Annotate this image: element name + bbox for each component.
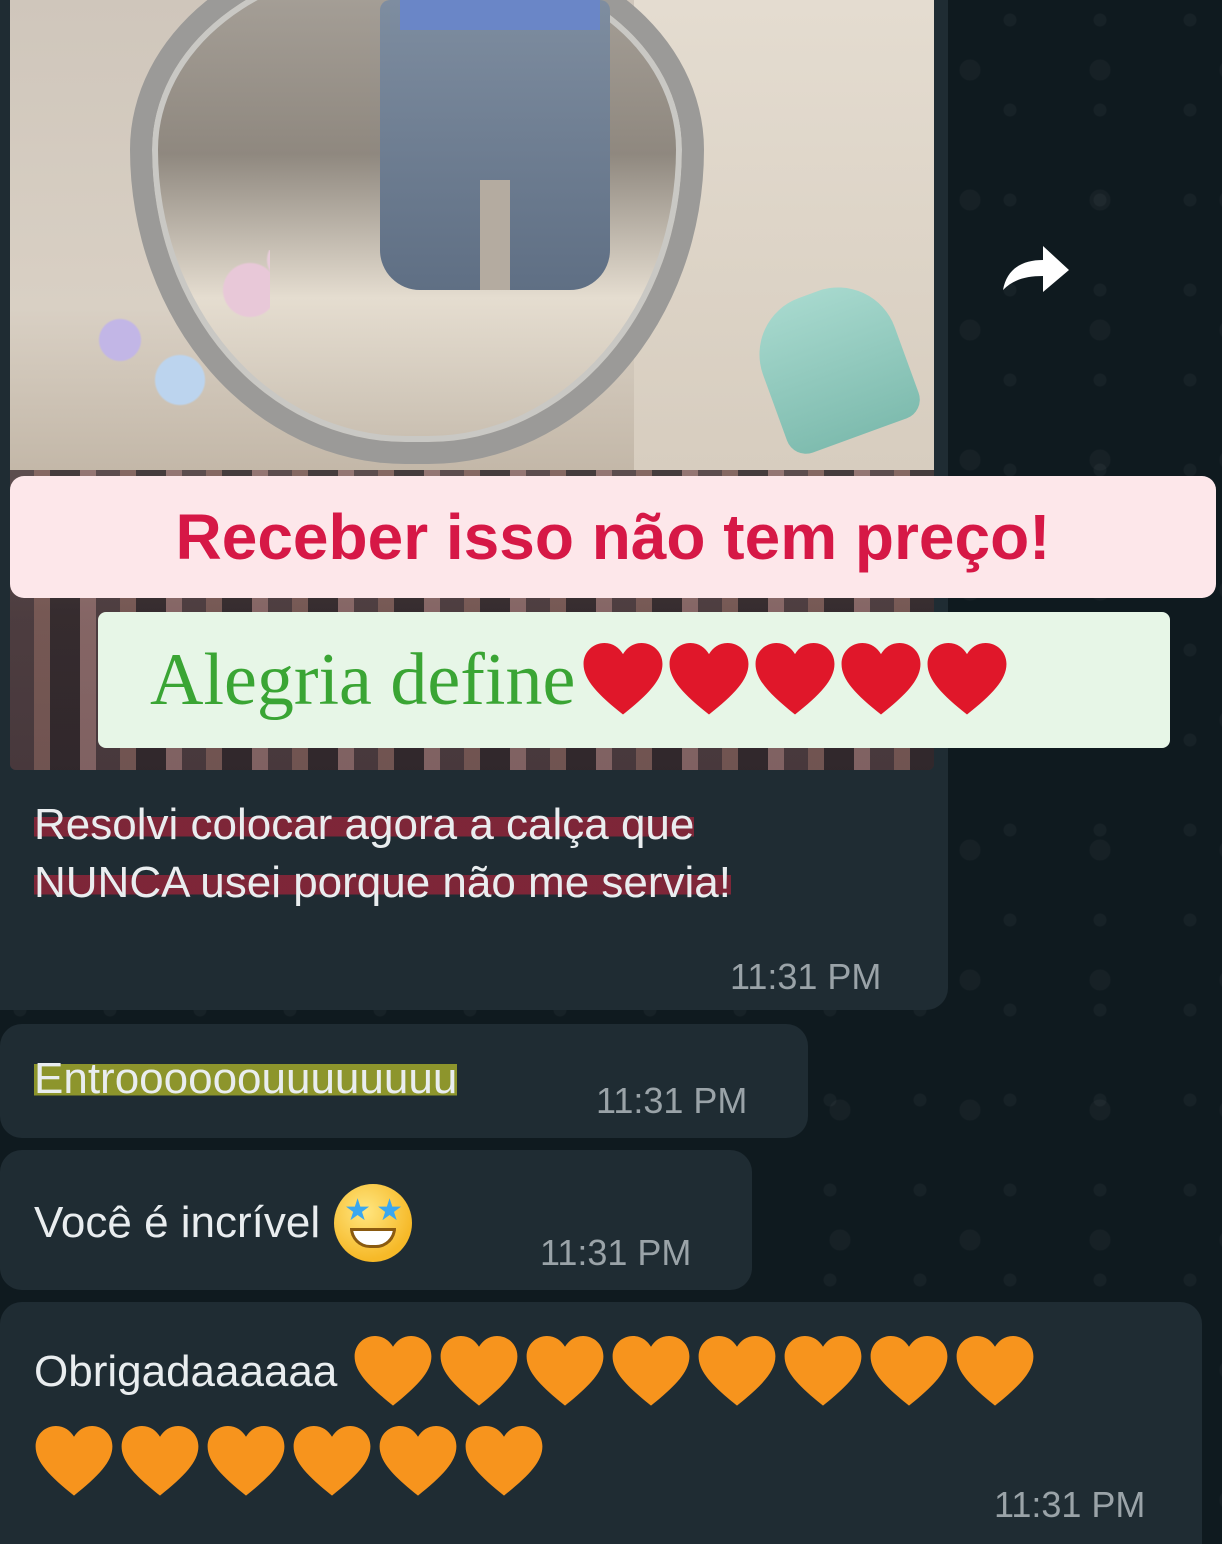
message-text: Obrigadaaaaaa [34, 1336, 1041, 1408]
orange-heart-icon [612, 1336, 690, 1406]
orange-heart-icon [379, 1426, 457, 1496]
orange-heart-icon [35, 1426, 113, 1496]
headline-text: Receber isso não tem preço! [175, 501, 1051, 573]
orange-heart-icon [784, 1336, 862, 1406]
orange-hearts-row-1 [353, 1336, 1041, 1408]
message-text: Você é incrível ★ ★ [34, 1184, 413, 1262]
orange-heart-icon [465, 1426, 543, 1496]
orange-heart-icon [698, 1336, 776, 1406]
photo-shirt [400, 0, 600, 30]
message-bubble[interactable]: Obrigadaaaaaa 11:31 PM [0, 1302, 1202, 1544]
orange-hearts-row-2 [34, 1426, 550, 1498]
forward-arrow-icon[interactable] [995, 238, 1075, 298]
message-timestamp: 11:31 PM [540, 1232, 692, 1273]
orange-heart-icon [440, 1336, 518, 1406]
message-timestamp: 11:31 PM [994, 1484, 1146, 1525]
orange-heart-icon [207, 1426, 285, 1496]
orange-heart-icon [354, 1336, 432, 1406]
message-text: Entroooooouuuuuuuu [34, 1050, 458, 1108]
subline-text: Alegria define [150, 638, 576, 721]
orange-heart-icon [870, 1336, 948, 1406]
red-heart-icon [841, 643, 921, 715]
message-highlighted-text: Entroooooouuuuuuuu [34, 1054, 458, 1103]
message-bubble[interactable]: Entroooooouuuuuuuu 11:31 PM [0, 1024, 808, 1138]
headline-banner: Receber isso não tem preço! [10, 476, 1216, 598]
message-body: Você é incrível [34, 1198, 321, 1247]
photo-jeans-gap [480, 180, 510, 290]
red-heart-icon [927, 643, 1007, 715]
subline-banner: Alegria define [98, 612, 1170, 748]
orange-heart-icon [293, 1426, 371, 1496]
orange-heart-icon [526, 1336, 604, 1406]
message-line-2: NUNCA usei porque não me servia! [34, 858, 731, 907]
red-hearts [583, 643, 1013, 717]
red-heart-icon [583, 643, 663, 715]
message-bubble[interactable]: Você é incrível ★ ★ 11:31 PM [0, 1150, 752, 1290]
message-text: Resolvi colocar agora a calça que NUNCA … [34, 796, 731, 912]
orange-heart-icon [121, 1426, 199, 1496]
star-struck-emoji-icon: ★ ★ [334, 1184, 413, 1262]
red-heart-icon [755, 643, 835, 715]
photo-flowers [50, 250, 270, 450]
red-heart-icon [669, 643, 749, 715]
orange-heart-icon [956, 1336, 1034, 1406]
message-body: Obrigadaaaaaa [34, 1347, 338, 1396]
message-line-1: Resolvi colocar agora a calça que [34, 800, 695, 849]
message-timestamp: 11:31 PM [596, 1080, 748, 1121]
message-timestamp: 11:31 PM [730, 956, 882, 997]
